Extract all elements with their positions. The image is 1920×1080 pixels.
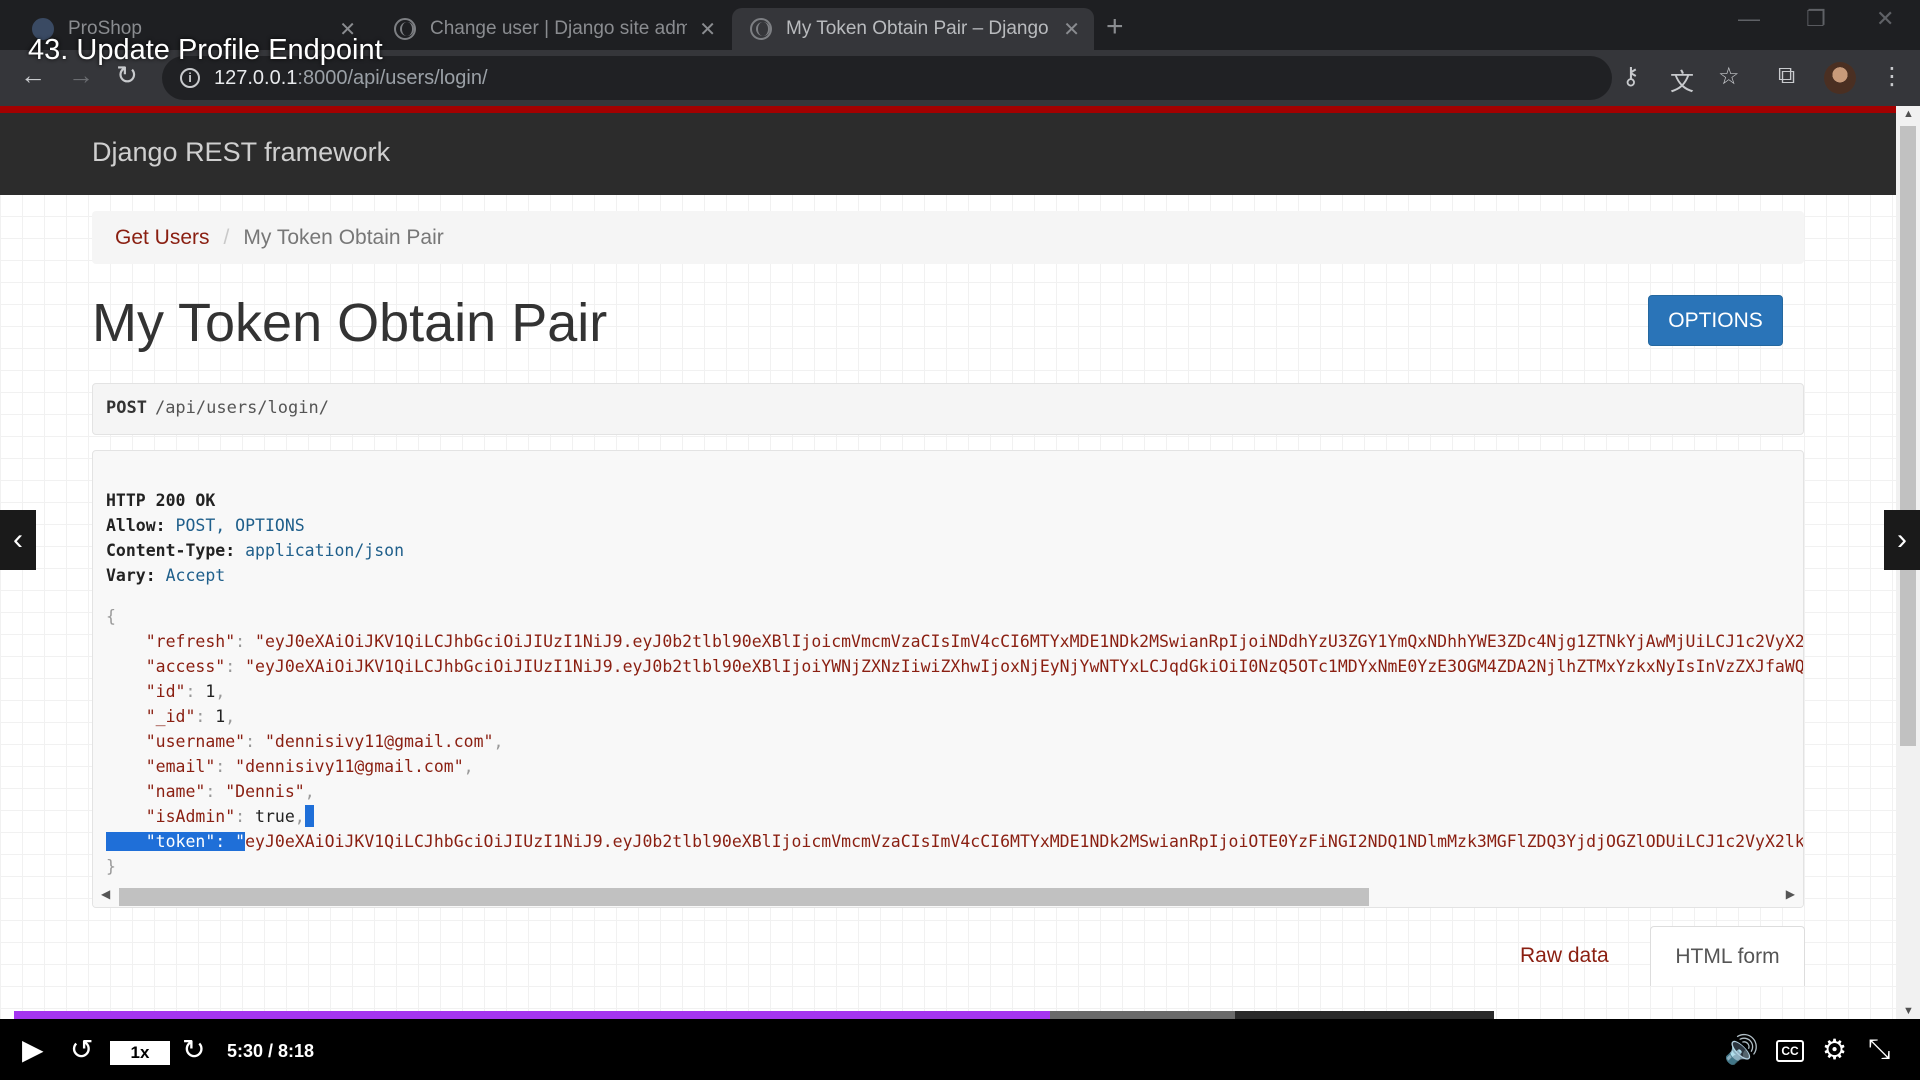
breadcrumb: Get Users / My Token Obtain Pair bbox=[92, 211, 1804, 264]
close-window-icon[interactable]: ✕ bbox=[1876, 6, 1894, 32]
page-title: My Token Obtain Pair bbox=[92, 293, 608, 353]
drf-navbar: Django REST framework bbox=[0, 113, 1896, 195]
selection-caret bbox=[304, 805, 314, 827]
json-close-brace: } bbox=[106, 857, 116, 876]
minimize-icon[interactable]: — bbox=[1738, 6, 1760, 32]
horizontal-scrollbar[interactable]: ◀ ▶ bbox=[93, 883, 1803, 907]
scrollbar-thumb[interactable] bbox=[1900, 126, 1916, 746]
site-info-icon[interactable]: i bbox=[180, 68, 200, 88]
request-path: /api/users/login/ bbox=[154, 398, 329, 418]
playback-speed-button[interactable]: 1x bbox=[110, 1041, 170, 1065]
html-form-tab[interactable]: HTML form bbox=[1650, 926, 1805, 986]
restore-icon[interactable]: ❐ bbox=[1806, 6, 1826, 32]
close-icon[interactable]: ✕ bbox=[687, 17, 716, 42]
forward-icon[interactable]: ↻ bbox=[182, 1033, 205, 1066]
close-icon[interactable]: ✕ bbox=[1051, 17, 1080, 42]
playback-time: 5:30 / 8:18 bbox=[227, 1041, 315, 1061]
options-button[interactable]: OPTIONS bbox=[1648, 295, 1783, 346]
response-header: Vary: Accept bbox=[106, 566, 226, 585]
tab-label: My Token Obtain Pair – Django R bbox=[786, 18, 1052, 39]
json-open-brace: { bbox=[106, 607, 116, 626]
scroll-up-icon[interactable]: ▲ bbox=[1903, 108, 1914, 120]
json-line-isadmin: "isAdmin": true, bbox=[106, 804, 1803, 829]
json-line-id: "id": 1, bbox=[145, 682, 226, 701]
response-body[interactable]: HTTP 200 OK Allow: POST, OPTIONS Content-T… bbox=[93, 451, 1804, 907]
drf-brand-link[interactable]: Django REST framework bbox=[92, 137, 390, 167]
next-lecture-icon[interactable]: › bbox=[1884, 510, 1920, 570]
drf-page: Django REST framework Get Users / My Tok… bbox=[0, 106, 1896, 1019]
response-header: Content-Type: application/json bbox=[106, 541, 405, 560]
drf-red-strip bbox=[0, 106, 1896, 113]
scroll-down-icon[interactable]: ▼ bbox=[1903, 1005, 1914, 1017]
volume-icon[interactable]: 🔊 bbox=[1724, 1033, 1759, 1066]
breadcrumb-get-users[interactable]: Get Users bbox=[115, 226, 210, 250]
rewind-icon[interactable]: ↺ bbox=[70, 1033, 93, 1066]
new-tab-icon[interactable]: + bbox=[1106, 10, 1124, 44]
settings-gear-icon[interactable]: ⚙ bbox=[1822, 1033, 1847, 1066]
json-line-email: "email": "dennisivy11@gmail.com", bbox=[145, 757, 474, 776]
exit-fullscreen-icon[interactable]: ⤡ bbox=[1868, 1033, 1890, 1066]
bookmark-star-icon[interactable]: ☆ bbox=[1718, 62, 1740, 91]
breadcrumb-separator: / bbox=[223, 225, 230, 249]
url-text: 127.0.0.1:8000/api/users/login/ bbox=[214, 66, 488, 89]
response-status: HTTP 200 OK bbox=[106, 491, 216, 510]
json-line-username: "username": "dennisivy11@gmail.com", bbox=[145, 732, 504, 751]
video-progress-bar[interactable] bbox=[14, 1011, 1494, 1019]
scroll-left-icon[interactable]: ◀ bbox=[101, 887, 110, 901]
json-line-_id: "_id": 1, bbox=[145, 707, 236, 726]
video-title: 43. Update Profile Endpoint bbox=[28, 34, 383, 66]
play-icon[interactable]: ▶ bbox=[22, 1033, 44, 1066]
tab-label: Change user | Django site admin bbox=[430, 18, 688, 39]
tab-token-obtain-pair[interactable]: My Token Obtain Pair – Django R ✕ bbox=[732, 8, 1094, 50]
profile-avatar[interactable] bbox=[1824, 62, 1856, 94]
request-info: POST/api/users/login/ bbox=[92, 383, 1804, 435]
raw-data-tab[interactable]: Raw data bbox=[1520, 944, 1609, 968]
tab-django-admin[interactable]: Change user | Django site admin ✕ bbox=[376, 8, 730, 50]
request-method: POST bbox=[106, 398, 147, 418]
video-progress-fill bbox=[14, 1011, 1050, 1019]
response-header: Allow: POST, OPTIONS bbox=[106, 516, 305, 535]
extensions-icon[interactable]: ⧉ bbox=[1778, 62, 1795, 90]
globe-icon bbox=[750, 18, 772, 40]
captions-button[interactable]: CC bbox=[1776, 1040, 1804, 1062]
json-line-token: "token": "eyJ0eXAiOiJKV1QiLCJhbGciOiJIUz… bbox=[106, 829, 1803, 854]
json-line-access: "access": "eyJ0eXAiOiJKV1QiLCJhbGciOiJIU… bbox=[145, 657, 1804, 676]
scrollbar-thumb[interactable] bbox=[119, 888, 1369, 906]
breadcrumb-current: My Token Obtain Pair bbox=[243, 225, 444, 249]
json-line-name: "name": "Dennis", bbox=[145, 782, 315, 801]
scroll-right-icon[interactable]: ▶ bbox=[1786, 887, 1795, 901]
menu-kebab-icon[interactable]: ⋮ bbox=[1880, 62, 1904, 91]
response-info[interactable]: HTTP 200 OK Allow: POST, OPTIONS Content-T… bbox=[92, 450, 1804, 908]
previous-lecture-icon[interactable]: ‹ bbox=[0, 510, 36, 570]
globe-icon bbox=[394, 18, 416, 40]
json-line-refresh: "refresh": "eyJ0eXAiOiJKV1QiLCJhbGciOiJI… bbox=[145, 632, 1804, 651]
key-icon[interactable]: ⚷ bbox=[1622, 62, 1640, 91]
video-player-controls: ▶ ↺ 1x ↻ 5:30 / 8:18 🔊 CC ⚙ ⤡ bbox=[0, 1019, 1920, 1080]
translate-icon[interactable]: 文 bbox=[1670, 62, 1694, 97]
